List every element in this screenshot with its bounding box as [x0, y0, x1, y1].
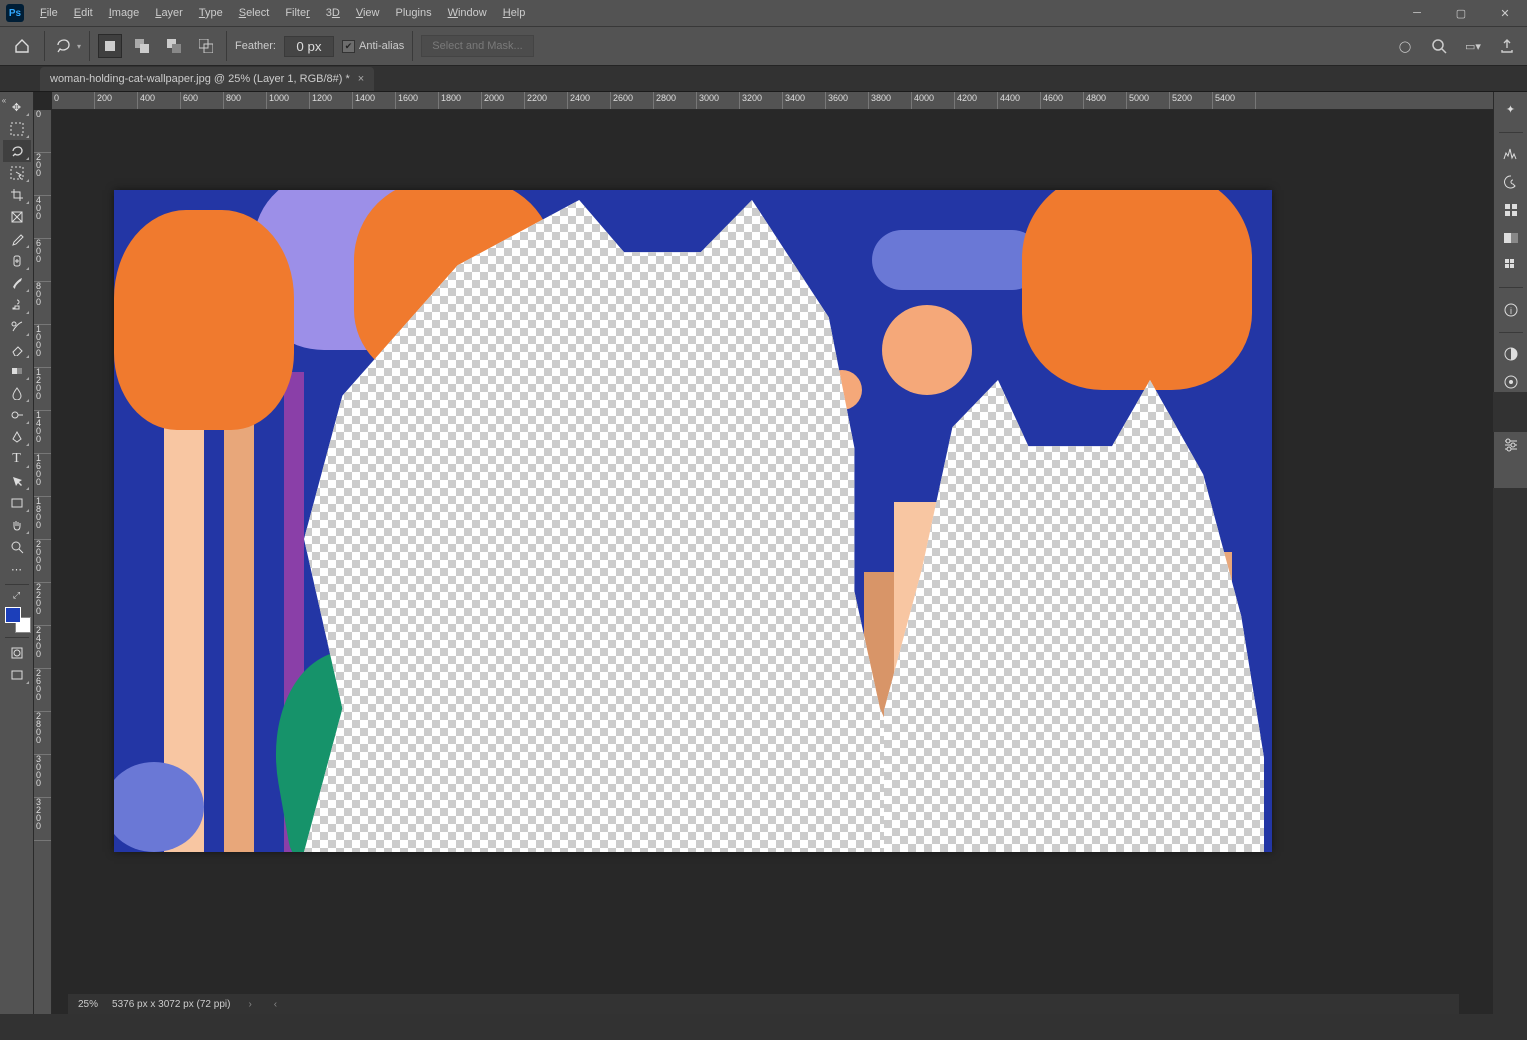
eyedropper-tool[interactable]: [3, 228, 31, 250]
frame-tool[interactable]: [3, 206, 31, 228]
right-panels-group-2: [1493, 432, 1527, 488]
panel-adjustments-icon[interactable]: [1498, 345, 1524, 365]
gradient-tool[interactable]: [3, 360, 31, 382]
heal-tool[interactable]: [3, 250, 31, 272]
history-brush-tool[interactable]: [3, 316, 31, 338]
search-icon[interactable]: [1427, 34, 1451, 58]
ruler-horizontal[interactable]: 0200400600800100012001400160018002000220…: [52, 92, 1493, 110]
toolbox: ✥ T ⋯ ⤢: [0, 92, 34, 1014]
zoom-tool[interactable]: [3, 536, 31, 558]
document-info[interactable]: 5376 px x 3072 px (72 ppi): [112, 999, 230, 1010]
menu-type[interactable]: Type: [191, 0, 231, 26]
blur-tool[interactable]: [3, 382, 31, 404]
panel-color-icon[interactable]: [1498, 172, 1524, 192]
foreground-color[interactable]: [5, 607, 21, 623]
menu-plugins[interactable]: Plugins: [388, 0, 440, 26]
document-tab[interactable]: woman-holding-cat-wallpaper.jpg @ 25% (L…: [40, 67, 374, 91]
artwork-layer: [114, 190, 1272, 852]
eraser-tool[interactable]: [3, 338, 31, 360]
rectangle-tool[interactable]: [3, 492, 31, 514]
menu-help[interactable]: Help: [495, 0, 534, 26]
chevron-down-icon: ▾: [77, 42, 81, 51]
select-and-mask-button: Select and Mask...: [421, 35, 534, 57]
path-select-tool[interactable]: [3, 470, 31, 492]
panel-learn-icon[interactable]: ✦: [1498, 100, 1524, 120]
lasso-icon: [53, 36, 73, 56]
feather-input[interactable]: [284, 36, 334, 57]
workspace-switcher[interactable]: ▭▾: [1461, 34, 1485, 58]
collapse-panels-right[interactable]: «: [0, 92, 8, 108]
home-icon: [14, 38, 30, 54]
canvas-area: 0200400600800100012001400160018002000220…: [34, 92, 1493, 1014]
feather-label: Feather:: [235, 40, 276, 52]
antialias-label: Anti-alias: [359, 40, 404, 52]
window-minimize[interactable]: ─: [1395, 0, 1439, 26]
panel-info-icon[interactable]: i: [1498, 300, 1524, 320]
panel-histogram-icon[interactable]: [1498, 145, 1524, 165]
options-bar: ▾ Feather: ✔ Anti-alias Select and Mask.…: [0, 26, 1527, 66]
marquee-tool[interactable]: [3, 118, 31, 140]
hand-tool[interactable]: [3, 514, 31, 536]
menu-3d[interactable]: 3D: [318, 0, 348, 26]
cloud-user-icon[interactable]: ◯: [1393, 34, 1417, 58]
artboard[interactable]: [114, 190, 1272, 852]
menu-bar: Ps File Edit Image Layer Type Select Fil…: [0, 0, 1527, 26]
app-logo: Ps: [6, 4, 24, 22]
svg-text:i: i: [1510, 306, 1512, 316]
panel-gradients-icon[interactable]: [1498, 228, 1524, 248]
status-bar: 25% 5376 px x 3072 px (72 ppi) › ‹: [68, 994, 1459, 1014]
menu-filter[interactable]: Filter: [277, 0, 317, 26]
info-scrub-chevron[interactable]: ‹: [270, 999, 281, 1010]
home-button[interactable]: [8, 32, 36, 60]
divider: [412, 31, 413, 61]
object-select-tool[interactable]: [3, 162, 31, 184]
tool-preset[interactable]: ▾: [53, 36, 81, 56]
menu-image[interactable]: Image: [101, 0, 148, 26]
pen-tool[interactable]: [3, 426, 31, 448]
antialias-checkbox[interactable]: ✔ Anti-alias: [342, 40, 404, 53]
panel-libraries-icon[interactable]: [1498, 372, 1524, 392]
selection-new[interactable]: [98, 34, 122, 58]
close-icon[interactable]: ×: [358, 73, 364, 85]
zoom-level[interactable]: 25%: [78, 999, 98, 1010]
menu-layer[interactable]: Layer: [147, 0, 191, 26]
brush-tool[interactable]: [3, 272, 31, 294]
panel-patterns-icon[interactable]: [1498, 255, 1524, 275]
dodge-tool[interactable]: [3, 404, 31, 426]
menu-file[interactable]: File: [32, 0, 66, 26]
divider: [89, 31, 90, 61]
menu-edit[interactable]: Edit: [66, 0, 101, 26]
document-tabs: woman-holding-cat-wallpaper.jpg @ 25% (L…: [0, 66, 1527, 92]
type-tool[interactable]: T: [3, 448, 31, 470]
lasso-tool[interactable]: [3, 140, 31, 162]
stamp-tool[interactable]: [3, 294, 31, 316]
divider: [226, 31, 227, 61]
check-icon: ✔: [342, 40, 355, 53]
selection-subtract[interactable]: [162, 34, 186, 58]
window-close[interactable]: ✕: [1483, 0, 1527, 26]
edit-toolbar[interactable]: ⋯: [3, 558, 31, 580]
quick-mask-mode[interactable]: [3, 642, 31, 664]
panel-properties-icon[interactable]: [1503, 438, 1519, 455]
menu-select[interactable]: Select: [231, 0, 278, 26]
swap-colors[interactable]: ⤢: [3, 589, 31, 601]
color-swatches[interactable]: [3, 605, 31, 633]
divider: [44, 31, 45, 61]
menu-view[interactable]: View: [348, 0, 388, 26]
crop-tool[interactable]: [3, 184, 31, 206]
selection-add[interactable]: [130, 34, 154, 58]
window-maximize[interactable]: ▢: [1439, 0, 1483, 26]
ruler-vertical[interactable]: 0200400600800100012001400160018002000220…: [34, 110, 52, 1014]
share-icon[interactable]: [1495, 34, 1519, 58]
tab-title: woman-holding-cat-wallpaper.jpg @ 25% (L…: [50, 73, 350, 85]
right-panels-group-1: ✦ i: [1493, 92, 1527, 392]
info-menu-chevron[interactable]: ›: [244, 999, 255, 1010]
screen-mode[interactable]: [3, 664, 31, 686]
selection-intersect[interactable]: [194, 34, 218, 58]
panel-swatches-icon[interactable]: [1498, 200, 1524, 220]
menu-window[interactable]: Window: [440, 0, 495, 26]
